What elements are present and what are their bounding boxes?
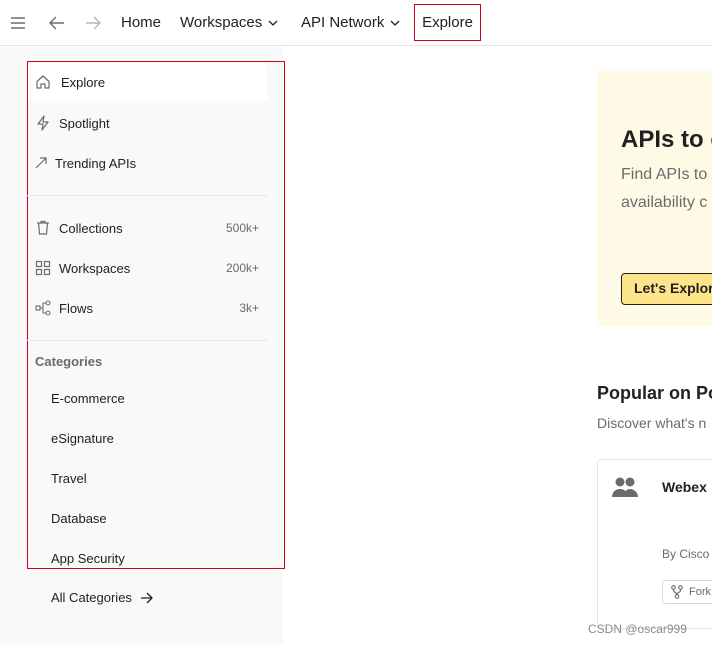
arrow-right-icon[interactable] xyxy=(82,12,104,34)
sidebar-item-workspaces[interactable]: Workspaces 200k+ xyxy=(35,256,259,280)
arrow-left-icon[interactable] xyxy=(46,12,68,34)
hero-description-line: Find APIs to xyxy=(621,166,708,183)
hero-banner: APIs to c Find APIs to availability c Le… xyxy=(597,71,712,326)
fork-icon xyxy=(671,585,683,599)
sidebar-item-label: Workspaces xyxy=(59,260,131,276)
api-card-publisher: By Cisco xyxy=(662,547,710,561)
nav-api-network-label: API Network xyxy=(301,14,385,31)
nav-home[interactable]: Home xyxy=(121,0,161,46)
categories-heading: Categories xyxy=(35,354,103,369)
popular-section-subtitle: Discover what's n xyxy=(597,415,707,431)
chevron-down-icon xyxy=(268,20,278,26)
nav-explore-label: Explore xyxy=(422,14,473,31)
hero-title: APIs to c xyxy=(621,126,712,153)
nav-workspaces[interactable]: Workspaces xyxy=(180,0,278,46)
nav-workspaces-label: Workspaces xyxy=(180,14,263,31)
sidebar-item-label: eSignature xyxy=(51,431,114,446)
nav-explore[interactable]: Explore xyxy=(414,4,481,41)
sidebar-item-label: Spotlight xyxy=(59,115,110,131)
top-navigation-bar: Home Workspaces API Network Explore xyxy=(0,0,712,46)
lets-explore-button[interactable]: Let's Explor xyxy=(621,273,712,305)
hero-description: Find APIs to availability c xyxy=(621,161,707,217)
arrow-right-icon xyxy=(140,592,153,603)
fork-button-label: Fork xyxy=(689,586,711,598)
sidebar-item-label: All Categories xyxy=(51,590,132,605)
sidebar-item-label: Database xyxy=(51,511,107,526)
sidebar-item-spotlight[interactable]: Spotlight xyxy=(35,111,259,135)
flows-icon xyxy=(35,300,51,316)
nav-api-network[interactable]: API Network xyxy=(301,0,400,46)
fork-button[interactable]: Fork xyxy=(662,580,712,604)
sidebar-category-travel[interactable]: Travel xyxy=(51,471,87,486)
sidebar-item-label: Collections xyxy=(59,220,123,236)
popular-section-title: Popular on Pos xyxy=(597,383,712,403)
team-users-icon xyxy=(612,476,638,503)
grid-icon xyxy=(35,260,51,276)
sidebar-item-flows[interactable]: Flows 3k+ xyxy=(35,296,259,320)
trending-up-icon xyxy=(35,155,47,171)
sidebar-item-label: App Security xyxy=(51,551,125,566)
sidebar-item-label: E-commerce xyxy=(51,391,125,406)
api-card-title: Webex xyxy=(662,479,707,495)
sidebar-item-label: Trending APIs xyxy=(55,155,137,171)
sidebar-all-categories-link[interactable]: All Categories xyxy=(51,590,154,605)
api-card[interactable]: Webex By Cisco Fork xyxy=(597,459,712,629)
sidebar-item-label: Flows xyxy=(59,300,93,316)
flows-count: 3k+ xyxy=(239,301,259,315)
sidebar-divider xyxy=(27,340,267,341)
sidebar-category-ecommerce[interactable]: E-commerce xyxy=(51,391,125,406)
collections-count: 500k+ xyxy=(225,221,259,235)
sidebar-item-collections[interactable]: Collections 500k+ xyxy=(35,216,259,240)
sidebar-category-database[interactable]: Database xyxy=(51,511,107,526)
sidebar-item-trending-apis[interactable]: Trending APIs xyxy=(35,151,259,175)
sidebar-divider xyxy=(27,195,267,196)
workspaces-count: 200k+ xyxy=(225,261,259,275)
chevron-down-icon xyxy=(390,20,400,26)
nav-home-label: Home xyxy=(121,14,162,31)
sidebar-category-app-security[interactable]: App Security xyxy=(51,551,125,566)
watermark-text: CSDN @oscar999 xyxy=(588,622,687,636)
sidebar-item-label: Travel xyxy=(51,471,87,486)
lightning-icon xyxy=(35,115,51,131)
sidebar-category-esignature[interactable]: eSignature xyxy=(51,431,114,446)
hero-description-line: availability c xyxy=(621,194,708,211)
trash-bin-icon xyxy=(35,220,51,236)
hamburger-menu-icon[interactable] xyxy=(7,12,29,34)
